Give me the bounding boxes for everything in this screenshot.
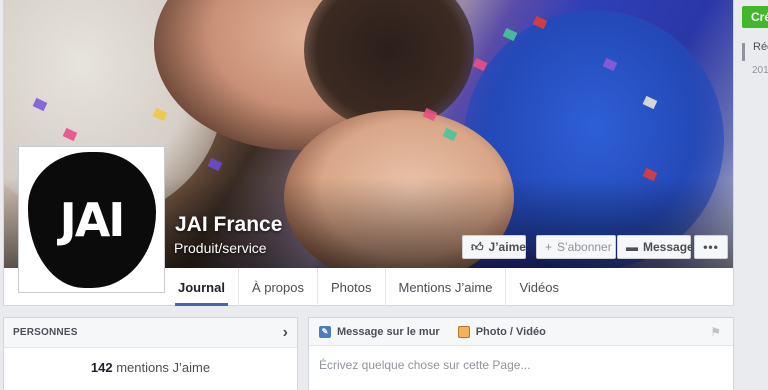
like-button-label: J’aime xyxy=(488,240,526,254)
page-tabs: Journal À propos Photos Mentions J’aime … xyxy=(165,268,572,306)
post-composer: ✎ Message sur le mur Photo / Vidéo ⚑ Écr… xyxy=(308,317,734,390)
message-button-label: Message xyxy=(643,240,694,254)
right-column-subtext: 201 xyxy=(752,65,768,76)
message-button[interactable]: ▬ Message xyxy=(617,235,694,259)
thumbs-up-icon: 👍︎ xyxy=(471,240,484,254)
chevron-right-icon[interactable]: › xyxy=(283,324,288,342)
more-icon: ••• xyxy=(703,240,719,254)
likes-label[interactable]: mentions J’aime xyxy=(116,360,210,375)
tab-photos[interactable]: Photos xyxy=(318,268,386,306)
message-icon: ▬ xyxy=(626,240,638,254)
profile-picture-frame: JAI xyxy=(23,151,160,288)
composer-tab-photo[interactable]: Photo / Vidéo xyxy=(457,325,546,338)
composer-tabs: ✎ Message sur le mur Photo / Vidéo ⚑ xyxy=(309,318,733,346)
people-header[interactable]: PERSONNES › xyxy=(4,318,297,348)
follow-button[interactable]: + S’abonner xyxy=(536,235,616,259)
people-title: PERSONNES xyxy=(13,327,78,338)
people-box: PERSONNES › 142 mentions J’aime xyxy=(3,317,298,390)
right-column-divider xyxy=(742,43,745,61)
composer-tab-status[interactable]: ✎ Message sur le mur xyxy=(319,325,440,338)
like-button[interactable]: 👍︎ J’aime xyxy=(462,235,526,259)
tab-videos[interactable]: Vidéos xyxy=(506,268,572,306)
tab-likes[interactable]: Mentions J’aime xyxy=(386,268,507,306)
composer-tab-photo-label: Photo / Vidéo xyxy=(475,325,546,338)
profile-picture[interactable]: JAI xyxy=(18,146,165,293)
flag-icon[interactable]: ⚑ xyxy=(710,325,721,339)
likes-summary: 142 mentions J’aime xyxy=(4,360,297,375)
tab-journal[interactable]: Journal xyxy=(165,268,239,306)
pencil-icon: ✎ xyxy=(319,325,331,338)
composer-tab-status-label: Message sur le mur xyxy=(337,325,440,338)
more-options-button[interactable]: ••• xyxy=(694,235,728,259)
page-category[interactable]: Produit/service xyxy=(174,240,267,256)
composer-input[interactable]: Écrivez quelque chose sur cette Page... xyxy=(309,346,733,384)
page-header-card: JAI JAI France Produit/service 👍︎ J’aime… xyxy=(3,0,734,306)
plus-icon: + xyxy=(545,240,553,254)
right-column-panel: Réc 201 xyxy=(736,33,768,83)
jai-logo: JAI xyxy=(27,151,156,288)
logo-text: JAI xyxy=(59,192,126,247)
likes-count: 142 xyxy=(90,360,113,375)
photo-icon xyxy=(457,325,470,338)
right-column-text: Réc xyxy=(753,41,768,53)
follow-button-label: S’abonner xyxy=(557,240,612,254)
create-button[interactable]: Cré xyxy=(742,6,768,28)
page-name[interactable]: JAI France xyxy=(175,213,282,237)
tab-about[interactable]: À propos xyxy=(239,268,319,306)
confetti xyxy=(207,157,223,172)
